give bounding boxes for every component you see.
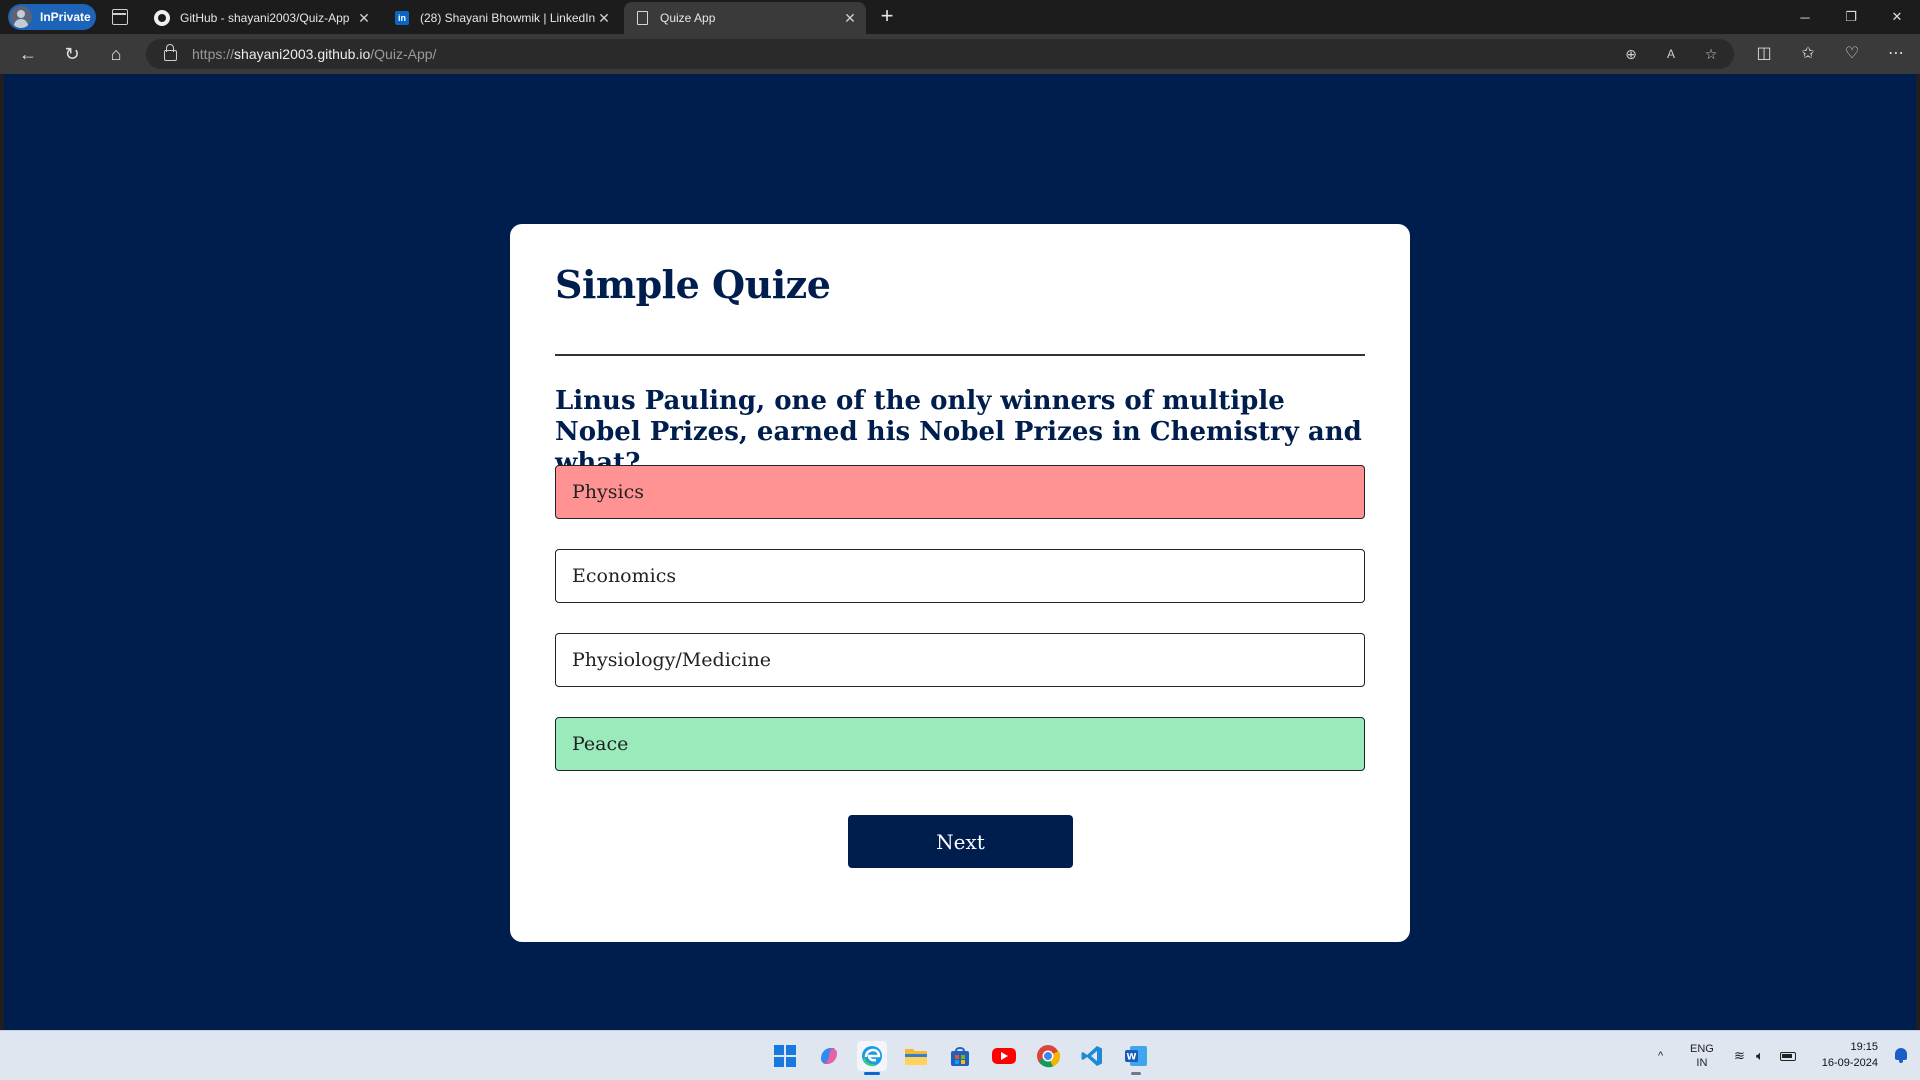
chrome-icon[interactable] — [1033, 1041, 1063, 1071]
close-tab-icon[interactable]: ✕ — [842, 10, 858, 26]
clock[interactable]: 19:15 16-09-2024 — [1822, 1039, 1878, 1071]
github-icon — [154, 10, 170, 26]
favorites-icon[interactable]: ✩ — [1796, 42, 1820, 66]
close-window-icon[interactable]: ✕ — [1874, 0, 1920, 34]
tab-title: (28) Shayani Bhowmik | LinkedIn — [420, 11, 596, 25]
youtube-icon[interactable] — [989, 1041, 1019, 1071]
word-icon[interactable]: W — [1121, 1041, 1151, 1075]
close-tab-icon[interactable]: ✕ — [596, 10, 612, 26]
language-indicator[interactable]: ENG IN — [1690, 1031, 1714, 1080]
tab-quize-app[interactable]: Quize App ✕ — [624, 2, 866, 34]
page-viewport: Simple Quize Linus Pauling, one of the o… — [4, 74, 1916, 1030]
divider — [555, 354, 1365, 356]
tab-title: Quize App — [660, 11, 716, 25]
answer-button-physiology-medicine[interactable]: Physiology/Medicine — [555, 633, 1365, 687]
next-button[interactable]: Next — [848, 815, 1073, 868]
more-menu-icon[interactable]: ⋯ — [1884, 42, 1908, 66]
taskbar: W ^ ENG IN ≋ 🔈︎ 19:15 16-09-2024 — [0, 1030, 1920, 1080]
tab-github[interactable]: GitHub - shayani2003/Quiz-App ✕ — [144, 2, 380, 34]
inprivate-label: InPrivate — [40, 10, 91, 24]
linkedin-icon: in — [394, 10, 410, 26]
show-hidden-icons[interactable]: ^ — [1658, 1031, 1663, 1080]
url-text[interactable]: https://shayani2003.github.io/Quiz-App/ — [192, 46, 436, 62]
browser-essentials-icon[interactable]: ♡ — [1840, 42, 1864, 66]
file-explorer-icon[interactable] — [901, 1041, 931, 1071]
lock-icon[interactable] — [164, 44, 177, 61]
answer-button-peace[interactable]: Peace — [555, 717, 1365, 771]
back-icon[interactable]: ← — [16, 42, 40, 66]
zoom-icon[interactable]: ⊕ — [1622, 45, 1640, 63]
refresh-icon[interactable]: ↻ — [60, 42, 84, 66]
quiz-card: Simple Quize Linus Pauling, one of the o… — [510, 224, 1410, 942]
clock-date: 16-09-2024 — [1821, 1057, 1878, 1069]
browser-tab-strip: InPrivate GitHub - shayani2003/Quiz-App … — [0, 0, 1920, 34]
minimize-icon[interactable]: ─ — [1782, 0, 1828, 34]
start-icon[interactable] — [770, 1041, 800, 1071]
inprivate-badge[interactable]: InPrivate — [8, 4, 96, 30]
battery-icon[interactable] — [1780, 1031, 1796, 1080]
answer-button-economics[interactable]: Economics — [555, 549, 1365, 603]
clock-time: 19:15 — [1850, 1041, 1878, 1053]
microsoft-store-icon[interactable] — [945, 1041, 975, 1071]
edge-icon[interactable] — [857, 1041, 887, 1075]
new-tab-icon[interactable]: + — [876, 5, 898, 28]
profile-avatar-icon — [10, 6, 32, 28]
volume-icon[interactable]: 🔈︎ — [1756, 1031, 1764, 1080]
close-tab-icon[interactable]: ✕ — [356, 10, 372, 26]
vscode-icon[interactable] — [1077, 1041, 1107, 1071]
notification-bell-icon[interactable] — [1894, 1048, 1908, 1064]
tab-actions-icon[interactable] — [110, 8, 130, 26]
restore-icon[interactable]: ❐ — [1828, 0, 1874, 34]
address-bar[interactable]: https://shayani2003.github.io/Quiz-App/ … — [146, 39, 1734, 69]
read-aloud-icon[interactable]: A — [1662, 45, 1680, 63]
wifi-icon[interactable]: ≋ — [1734, 1031, 1745, 1080]
split-screen-icon[interactable]: ◫ — [1752, 42, 1776, 66]
browser-toolbar: ← ↻ ⌂ https://shayani2003.github.io/Quiz… — [0, 34, 1920, 74]
favorite-star-icon[interactable]: ☆ — [1702, 45, 1720, 63]
copilot-icon[interactable] — [814, 1041, 844, 1071]
tab-title: GitHub - shayani2003/Quiz-App — [180, 11, 350, 25]
home-icon[interactable]: ⌂ — [104, 42, 128, 66]
answer-button-physics[interactable]: Physics — [555, 465, 1365, 519]
window-edge — [1916, 74, 1920, 1030]
quiz-title: Simple Quize — [555, 262, 831, 307]
page-icon — [634, 10, 650, 26]
svg-text:W: W — [1127, 1053, 1137, 1063]
tab-linkedin[interactable]: in (28) Shayani Bhowmik | LinkedIn ✕ — [384, 2, 620, 34]
